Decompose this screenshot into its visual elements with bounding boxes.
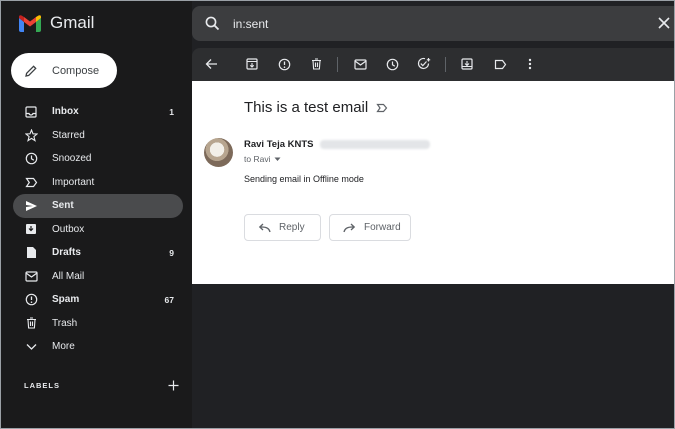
forward-button[interactable]: Forward — [329, 214, 411, 241]
sidebar-item-label: Drafts — [52, 247, 81, 259]
sidebar-item-more[interactable]: More — [1, 335, 183, 359]
draft-count: 9 — [169, 247, 174, 258]
gmail-logo-icon — [19, 14, 41, 32]
nav-list: Inbox 1 Starred Snoozed Important Sent O… — [1, 100, 192, 359]
sidebar-item-label: More — [52, 341, 75, 353]
sidebar: Gmail Compose Inbox 1 Starred Snoozed Im… — [1, 1, 192, 428]
mail-icon — [24, 269, 38, 283]
sidebar-item-label: All Mail — [52, 270, 85, 282]
search-icon[interactable] — [205, 16, 220, 31]
reply-button[interactable]: Reply — [244, 214, 321, 241]
sidebar-item-trash[interactable]: Trash — [1, 312, 183, 336]
archive-icon[interactable] — [245, 57, 259, 71]
forward-icon — [343, 223, 356, 232]
sender-avatar — [204, 138, 233, 167]
trash-icon — [24, 316, 38, 330]
reply-label: Reply — [279, 222, 305, 233]
message-view: This is a test email Ravi Teja KNTS to R… — [192, 81, 674, 284]
sidebar-item-outbox[interactable]: Outbox — [1, 218, 183, 242]
back-icon[interactable] — [204, 57, 218, 71]
recipient-row[interactable]: to Ravi — [244, 154, 281, 164]
sidebar-item-label: Important — [52, 176, 95, 188]
compose-button[interactable]: Compose — [11, 53, 117, 88]
mark-unread-icon[interactable] — [353, 57, 367, 71]
more-options-icon[interactable] — [523, 57, 537, 71]
sender-name: Ravi Teja KNTS — [244, 139, 314, 150]
spam-icon — [24, 293, 38, 307]
sidebar-item-label: Sent — [52, 200, 74, 212]
outbox-icon — [24, 222, 38, 236]
recipient-text: to Ravi — [244, 154, 271, 164]
sidebar-item-label: Trash — [52, 317, 78, 329]
sender-row: Ravi Teja KNTS — [244, 139, 430, 150]
sidebar-item-inbox[interactable]: Inbox 1 — [1, 100, 183, 124]
inbox-icon — [24, 105, 38, 119]
star-icon — [24, 128, 38, 142]
email-subject-row: This is a test email — [244, 99, 388, 116]
app-name: Gmail — [50, 13, 95, 32]
pencil-icon — [25, 64, 37, 77]
important-marker-icon[interactable] — [376, 103, 388, 113]
sidebar-item-drafts[interactable]: Drafts 9 — [1, 241, 183, 265]
draft-icon — [24, 246, 38, 260]
labels-header: LABELS — [24, 380, 179, 391]
reply-icon — [258, 223, 271, 232]
unread-count: 1 — [169, 106, 174, 117]
toolbar-divider — [445, 57, 446, 72]
add-label-icon[interactable] — [168, 380, 179, 391]
delete-icon[interactable] — [309, 57, 323, 71]
label-icon[interactable] — [493, 57, 507, 71]
clock-icon — [24, 152, 38, 166]
search-input[interactable]: in:sent — [233, 17, 268, 31]
send-icon — [24, 199, 38, 213]
sidebar-item-starred[interactable]: Starred — [1, 124, 183, 148]
sender-email-redacted — [319, 140, 430, 149]
sidebar-item-label: Snoozed — [52, 153, 92, 165]
move-to-icon[interactable] — [460, 57, 474, 71]
snooze-icon[interactable] — [385, 57, 399, 71]
compose-label: Compose — [52, 64, 100, 77]
labels-heading: LABELS — [24, 381, 60, 390]
report-spam-icon[interactable] — [277, 57, 291, 71]
clear-search-icon[interactable] — [658, 17, 670, 29]
toolbar-divider — [337, 57, 338, 72]
sidebar-item-label: Starred — [52, 129, 85, 141]
email-subject: This is a test email — [244, 99, 369, 116]
sidebar-item-label: Inbox — [52, 106, 79, 118]
sidebar-item-spam[interactable]: Spam 67 — [1, 288, 183, 312]
forward-label: Forward — [364, 222, 401, 233]
gmail-logo[interactable]: Gmail — [19, 13, 94, 33]
sidebar-item-important[interactable]: Important — [1, 171, 183, 195]
spam-count: 67 — [164, 294, 174, 305]
add-to-tasks-icon[interactable] — [417, 57, 431, 71]
message-toolbar — [192, 48, 674, 81]
app-window: Gmail Compose Inbox 1 Starred Snoozed Im… — [0, 0, 675, 429]
sidebar-item-all-mail[interactable]: All Mail — [1, 265, 183, 289]
search-bar[interactable]: in:sent — [192, 6, 674, 41]
chevron-down-icon — [24, 340, 38, 354]
sidebar-item-sent[interactable]: Sent — [13, 194, 183, 218]
sidebar-item-label: Outbox — [52, 223, 85, 235]
sidebar-item-label: Spam — [52, 294, 80, 306]
caret-down-icon[interactable] — [274, 157, 281, 162]
sidebar-item-snoozed[interactable]: Snoozed — [1, 147, 183, 171]
email-body: Sending email in Offline mode — [244, 174, 364, 184]
important-icon — [24, 175, 38, 189]
